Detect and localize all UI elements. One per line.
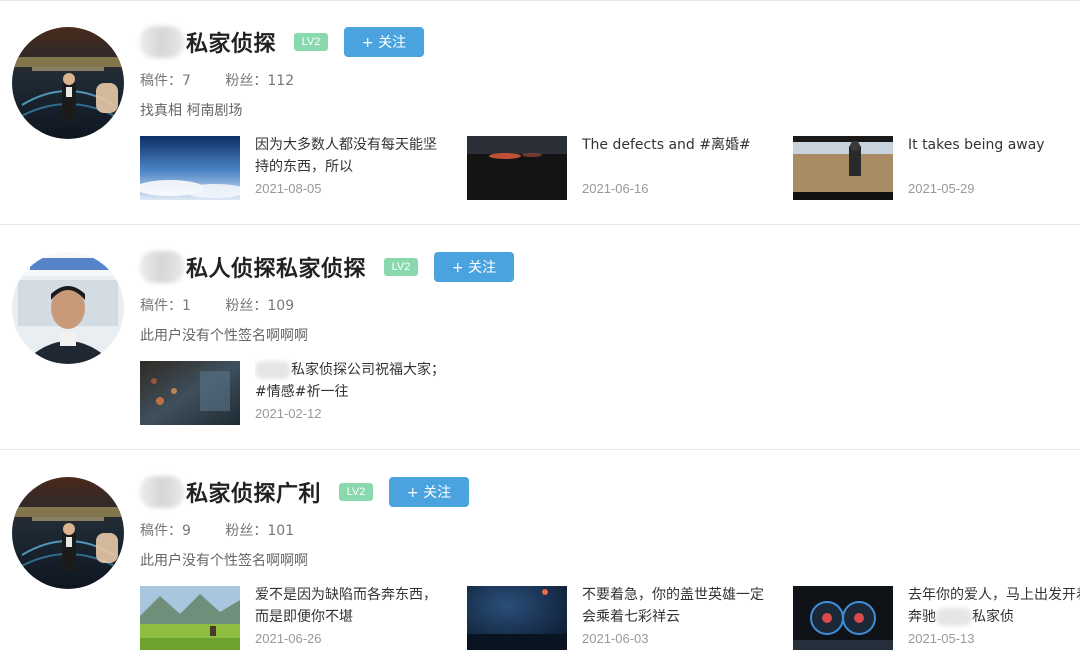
video-title[interactable]: The defects and #离婚# xyxy=(582,134,772,156)
user-stats: 稿件：7 粉丝：112 xyxy=(140,70,324,90)
user-signature: 此用户没有个性签名啊啊啊 xyxy=(140,328,308,344)
video-title[interactable]: 私家侦探公司祝福大家；#情感#祈一往 xyxy=(255,359,445,403)
video-thumbnail[interactable] xyxy=(793,586,893,650)
avatar[interactable] xyxy=(12,477,124,589)
user-card: 私人侦探私家侦探 LV2 + 关注 稿件：1 粉丝：109 此用户没有个性签名啊… xyxy=(0,225,1080,450)
blurred-title-middle xyxy=(936,608,972,626)
video-date: 2021-05-29 xyxy=(908,181,975,196)
works-count: 稿件：7 xyxy=(140,73,191,89)
video-date: 2021-06-26 xyxy=(255,631,322,646)
blurred-name-prefix xyxy=(140,26,184,58)
fans-count: 粉丝：112 xyxy=(225,73,295,89)
video-title[interactable]: 爱不是因为缺陷而各奔东西，而是即便你不堪 xyxy=(255,584,445,628)
user-stats: 稿件：1 粉丝：109 xyxy=(140,295,324,315)
video-title[interactable]: 因为大多数人都没有每天能坚持的东西，所以 xyxy=(255,134,445,178)
video-item[interactable]: The defects and #离婚# 2021-06-16 xyxy=(467,136,777,200)
avatar-image xyxy=(12,27,124,139)
video-title[interactable]: It takes being away xyxy=(908,134,1080,156)
video-thumbnail[interactable] xyxy=(793,136,893,200)
video-item[interactable]: 不要着急，你的盖世英雄一定会乘着七彩祥云 2021-06-03 xyxy=(467,586,777,650)
blurred-title-prefix xyxy=(255,361,291,379)
video-item[interactable]: 私家侦探公司祝福大家；#情感#祈一往 2021-02-12 xyxy=(140,361,450,425)
video-date: 2021-08-05 xyxy=(255,181,322,196)
video-thumbnail[interactable] xyxy=(140,361,240,425)
works-count: 稿件：9 xyxy=(140,523,191,539)
video-title[interactable]: 去年你的爱人，马上出发开着奔驰 私家侦 xyxy=(908,584,1080,628)
blurred-name-prefix xyxy=(140,476,184,508)
avatar-image xyxy=(12,477,124,589)
fans-count: 粉丝：101 xyxy=(225,523,295,539)
level-badge: LV2 xyxy=(384,258,419,276)
name-row: 私人侦探私家侦探 LV2 + 关注 xyxy=(140,249,515,285)
follow-button[interactable]: + 关注 xyxy=(344,27,425,57)
user-stats: 稿件：9 粉丝：101 xyxy=(140,520,324,540)
user-card: 私家侦探 LV2 + 关注 稿件：7 粉丝：112 找真相 柯南剧场 因为大多数… xyxy=(0,0,1080,225)
video-date: 2021-06-16 xyxy=(582,181,649,196)
video-thumbnail[interactable] xyxy=(467,136,567,200)
user-name-link[interactable]: 私家侦探广利 xyxy=(186,476,321,508)
video-item[interactable]: 去年你的爱人，马上出发开着奔驰 私家侦 2021-05-13 xyxy=(793,586,1080,650)
video-date: 2021-06-03 xyxy=(582,631,649,646)
video-thumbnail[interactable] xyxy=(140,586,240,650)
level-badge: LV2 xyxy=(294,33,329,51)
user-card: 私家侦探广利 LV2 + 关注 稿件：9 粉丝：101 此用户没有个性签名啊啊啊… xyxy=(0,450,1080,672)
avatar[interactable] xyxy=(12,252,124,364)
video-title[interactable]: 不要着急，你的盖世英雄一定会乘着七彩祥云 xyxy=(582,584,772,628)
name-row: 私家侦探 LV2 + 关注 xyxy=(140,24,425,60)
user-signature: 找真相 柯南剧场 xyxy=(140,103,243,119)
video-item[interactable]: 因为大多数人都没有每天能坚持的东西，所以 2021-08-05 xyxy=(140,136,450,200)
name-row: 私家侦探广利 LV2 + 关注 xyxy=(140,474,470,510)
video-item[interactable]: It takes being away 2021-05-29 xyxy=(793,136,1080,200)
video-date: 2021-05-13 xyxy=(908,631,975,646)
user-signature: 此用户没有个性签名啊啊啊 xyxy=(140,553,308,569)
video-thumbnail[interactable] xyxy=(140,136,240,200)
avatar[interactable] xyxy=(12,27,124,139)
level-badge: LV2 xyxy=(339,483,374,501)
works-count: 稿件：1 xyxy=(140,298,191,314)
video-date: 2021-02-12 xyxy=(255,406,322,421)
video-thumbnail[interactable] xyxy=(467,586,567,650)
user-search-results: 私家侦探 LV2 + 关注 稿件：7 粉丝：112 找真相 柯南剧场 因为大多数… xyxy=(0,0,1080,672)
avatar-image xyxy=(12,252,124,364)
user-name-link[interactable]: 私人侦探私家侦探 xyxy=(186,251,366,283)
user-name-link[interactable]: 私家侦探 xyxy=(186,26,276,58)
video-item[interactable]: 爱不是因为缺陷而各奔东西，而是即便你不堪 2021-06-26 xyxy=(140,586,450,650)
follow-button[interactable]: + 关注 xyxy=(434,252,515,282)
fans-count: 粉丝：109 xyxy=(225,298,295,314)
blurred-name-prefix xyxy=(140,251,184,283)
follow-button[interactable]: + 关注 xyxy=(389,477,470,507)
